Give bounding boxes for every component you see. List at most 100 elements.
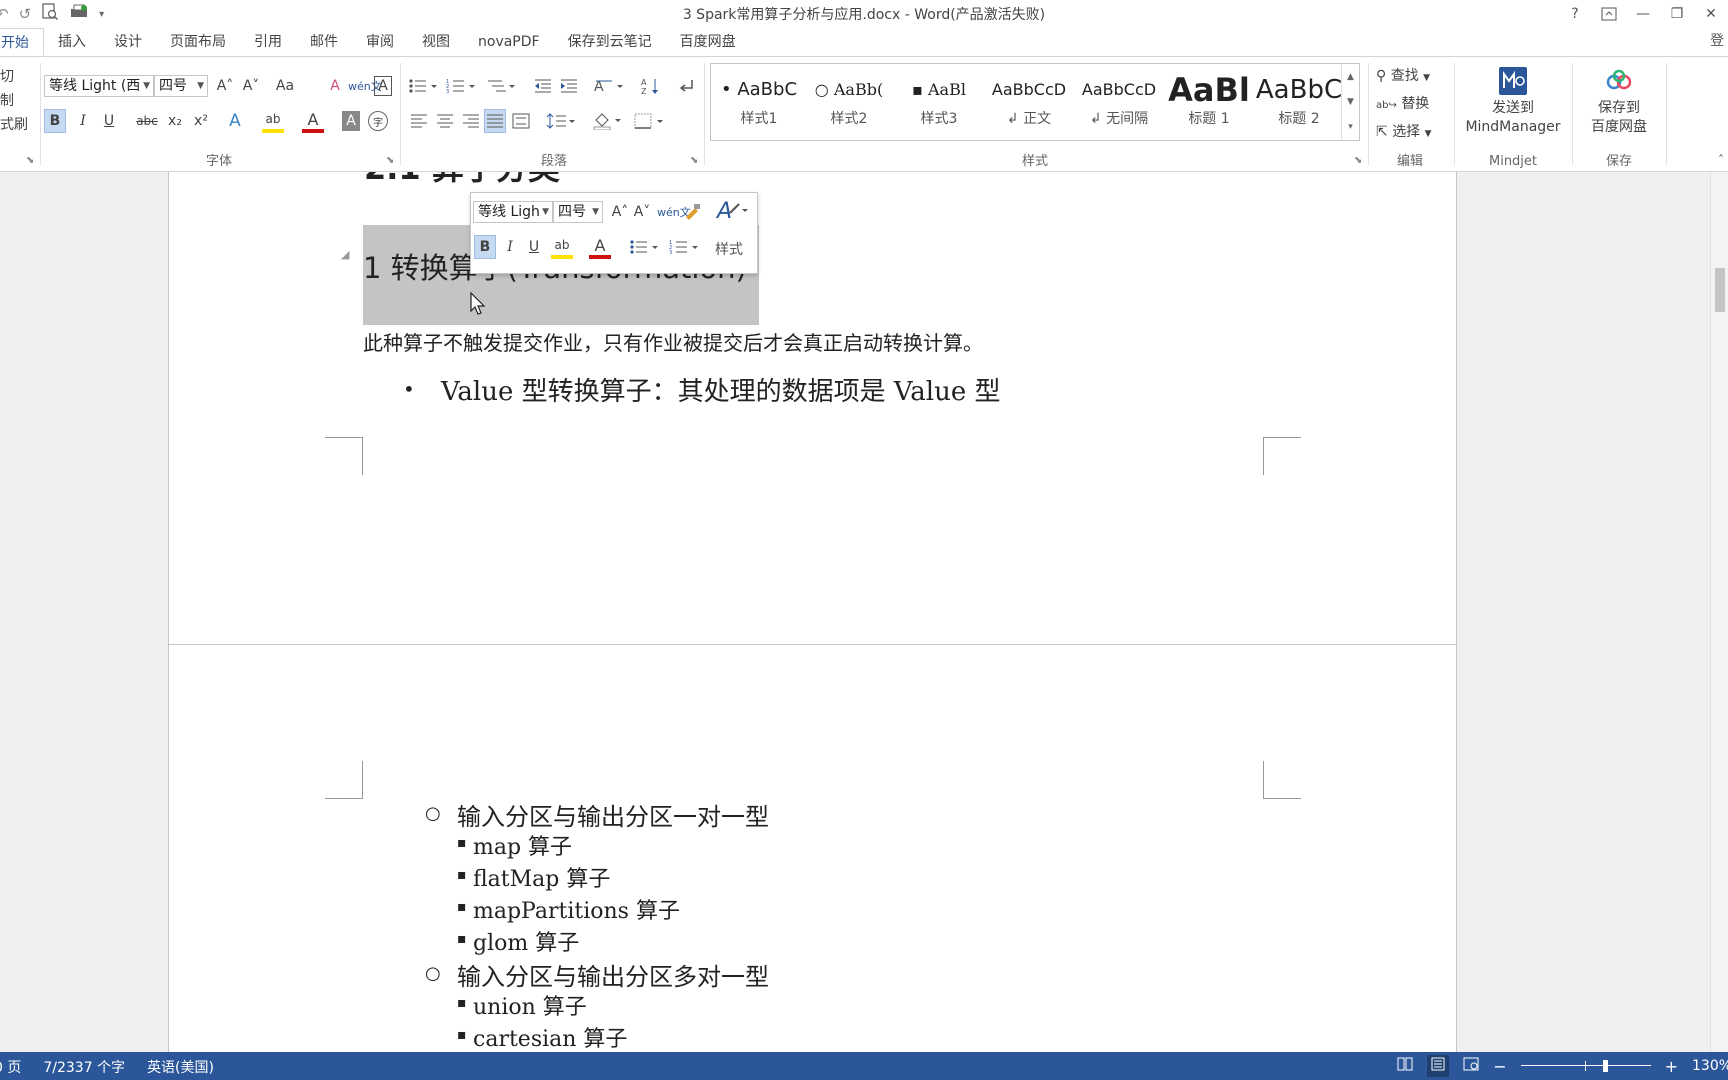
zoom-out-button[interactable]: − <box>1493 1057 1506 1076</box>
close-button[interactable]: ✕ <box>1694 0 1728 28</box>
strikethrough-button[interactable]: abc <box>136 109 158 133</box>
redo-icon[interactable]: ↺ <box>19 5 32 23</box>
vertical-scrollbar[interactable] <box>1710 172 1728 1052</box>
tab-novapdf[interactable]: novaPDF <box>464 28 554 56</box>
borders-icon[interactable] <box>634 109 664 133</box>
list-item[interactable]: flatMap 算子 <box>473 861 610 893</box>
mini-styles-label[interactable]: 样式 <box>715 239 743 259</box>
find-button[interactable]: ⚲ 查找 ▼ <box>1376 63 1432 91</box>
send-to-mindmanager-button[interactable]: 发送到 MindManager <box>1458 63 1568 137</box>
zoom-slider-thumb[interactable] <box>1602 1060 1608 1072</box>
show-marks-icon[interactable] <box>676 74 698 98</box>
list-item[interactable]: mapPartitions 算子 <box>473 893 680 925</box>
distributed-icon[interactable] <box>510 109 532 133</box>
zoom-level[interactable]: 130% <box>1692 1058 1728 1074</box>
style-item-3[interactable]: ▪ AaBl 样式3 <box>895 70 983 136</box>
mini-bold-button[interactable]: B <box>474 235 496 259</box>
increase-indent-icon[interactable] <box>558 74 580 98</box>
style-item-2[interactable]: ○ AaBb( 样式2 <box>805 70 893 136</box>
tab-insert[interactable]: 插入 <box>44 28 100 56</box>
justify-icon[interactable] <box>484 109 506 133</box>
tab-mailings[interactable]: 邮件 <box>296 28 352 56</box>
style-item-1[interactable]: • AaBbC 样式1 <box>715 70 803 136</box>
gallery-more-icon[interactable]: ▾ <box>1348 122 1353 132</box>
sublist-many-to-one[interactable]: 输入分区与输出分区多对一型 <box>457 957 769 992</box>
qat-more-icon[interactable]: ▾ <box>99 9 104 20</box>
scroll-thumb[interactable] <box>1715 268 1725 312</box>
align-center-icon[interactable] <box>434 109 456 133</box>
web-layout-icon[interactable] <box>1463 1057 1479 1075</box>
numbering-icon[interactable]: 123 <box>446 74 476 98</box>
align-left-icon[interactable] <box>408 109 430 133</box>
tab-save-cloud-note[interactable]: 保存到云笔记 <box>554 28 666 56</box>
mini-font-combo[interactable]: 等线 Ligh ▼ <box>473 201 553 223</box>
line-spacing-icon[interactable] <box>546 109 576 133</box>
collapse-heading-icon[interactable]: ◢ <box>341 248 349 261</box>
highlight-button[interactable]: ab <box>262 109 284 133</box>
sublist-one-to-one[interactable]: 输入分区与输出分区一对一型 <box>457 797 769 832</box>
mini-font-color-button[interactable]: A <box>589 235 611 259</box>
restore-button[interactable]: ❐ <box>1660 0 1694 28</box>
minimize-button[interactable]: — <box>1626 0 1660 28</box>
align-right-icon[interactable] <box>460 109 482 133</box>
char-shading-button[interactable]: A <box>342 111 360 131</box>
tab-references[interactable]: 引用 <box>240 28 296 56</box>
enclose-char-button[interactable]: 字 <box>368 111 388 131</box>
tab-baidu-pan[interactable]: 百度网盘 <box>666 28 750 56</box>
mini-underline-button[interactable]: U <box>523 235 545 259</box>
decrease-indent-icon[interactable] <box>532 74 554 98</box>
mini-bullets-icon[interactable] <box>629 235 659 259</box>
tab-review[interactable]: 审阅 <box>352 28 408 56</box>
mini-italic-button[interactable]: I <box>499 235 521 259</box>
style-item-heading-1[interactable]: AaBl 标题 1 <box>1165 70 1253 136</box>
select-button[interactable]: ⇱ 选择 ▼ <box>1376 119 1432 147</box>
mini-grow-font-button[interactable]: A˄ <box>609 200 631 224</box>
print-preview-icon[interactable] <box>41 3 59 25</box>
gallery-up-icon[interactable]: ▲ <box>1347 72 1354 82</box>
save-to-baidu-button[interactable]: 保存到 百度网盘 <box>1576 63 1662 137</box>
style-item-heading-2[interactable]: AaBbC 标题 2 <box>1255 70 1343 136</box>
style-item-normal[interactable]: AaBbCcD ↲ 正文 <box>985 70 1073 136</box>
shading-bucket-icon[interactable] <box>592 109 622 133</box>
font-launcher-icon[interactable]: ⬊ <box>386 155 394 166</box>
bullets-icon[interactable] <box>408 74 438 98</box>
word-count[interactable]: 7/2337 个字 <box>43 1057 125 1077</box>
zoom-in-button[interactable]: + <box>1665 1057 1678 1076</box>
clipboard-launcher-icon[interactable]: ⬊ <box>26 155 34 166</box>
undo-icon[interactable]: ↶ <box>0 5 9 23</box>
chinese-layout-icon[interactable]: A <box>594 74 624 98</box>
list-item[interactable]: map 算子 <box>473 829 572 861</box>
list-item[interactable]: cartesian 算子 <box>473 1021 627 1052</box>
bullet-value-type[interactable]: Value 型转换算子：其处理的数据项是 Value 型 <box>441 371 1000 408</box>
paragraph-intro[interactable]: 此种算子不触发提交作业，只有作业被提交后才会真正启动转换计算。 <box>363 327 983 356</box>
tab-view[interactable]: 视图 <box>408 28 464 56</box>
tab-design[interactable]: 设计 <box>100 28 156 56</box>
clear-format-button[interactable]: A <box>324 74 346 98</box>
mini-highlight-button[interactable]: ab <box>551 235 573 259</box>
zoom-slider[interactable] <box>1520 1059 1651 1073</box>
tab-home[interactable]: 开始 <box>0 28 44 56</box>
gallery-down-icon[interactable]: ▼ <box>1347 97 1354 107</box>
format-painter-button[interactable]: 式刷 <box>0 113 28 137</box>
bold-button[interactable]: B <box>44 109 66 133</box>
sort-icon[interactable]: AZ <box>640 74 662 98</box>
account-signin[interactable]: 登 <box>1710 30 1724 50</box>
replace-button[interactable]: ab↪ 替换 <box>1376 91 1432 119</box>
change-case-button[interactable]: Aa <box>274 74 296 98</box>
print-layout-icon[interactable] <box>1427 1055 1450 1077</box>
cut-button[interactable]: 切 <box>0 65 28 89</box>
font-color-button[interactable]: A <box>302 109 324 133</box>
mini-shrink-font-button[interactable]: A˅ <box>631 200 653 224</box>
italic-button[interactable]: I <box>72 109 94 133</box>
text-effects-button[interactable]: A <box>224 109 246 133</box>
collapse-ribbon-icon[interactable]: ˄ <box>1718 153 1724 167</box>
shrink-font-button[interactable]: A˅ <box>240 74 262 98</box>
list-item[interactable]: glom 算子 <box>473 925 579 957</box>
font-size-combo[interactable]: 四号 ▼ <box>154 75 208 97</box>
mini-format-painter-icon[interactable] <box>681 200 703 224</box>
char-border-button[interactable]: A <box>374 76 392 96</box>
print-icon[interactable] <box>69 3 89 25</box>
grow-font-button[interactable]: A˄ <box>214 74 236 98</box>
underline-button[interactable]: U <box>98 109 120 133</box>
superscript-button[interactable]: x² <box>190 109 212 133</box>
